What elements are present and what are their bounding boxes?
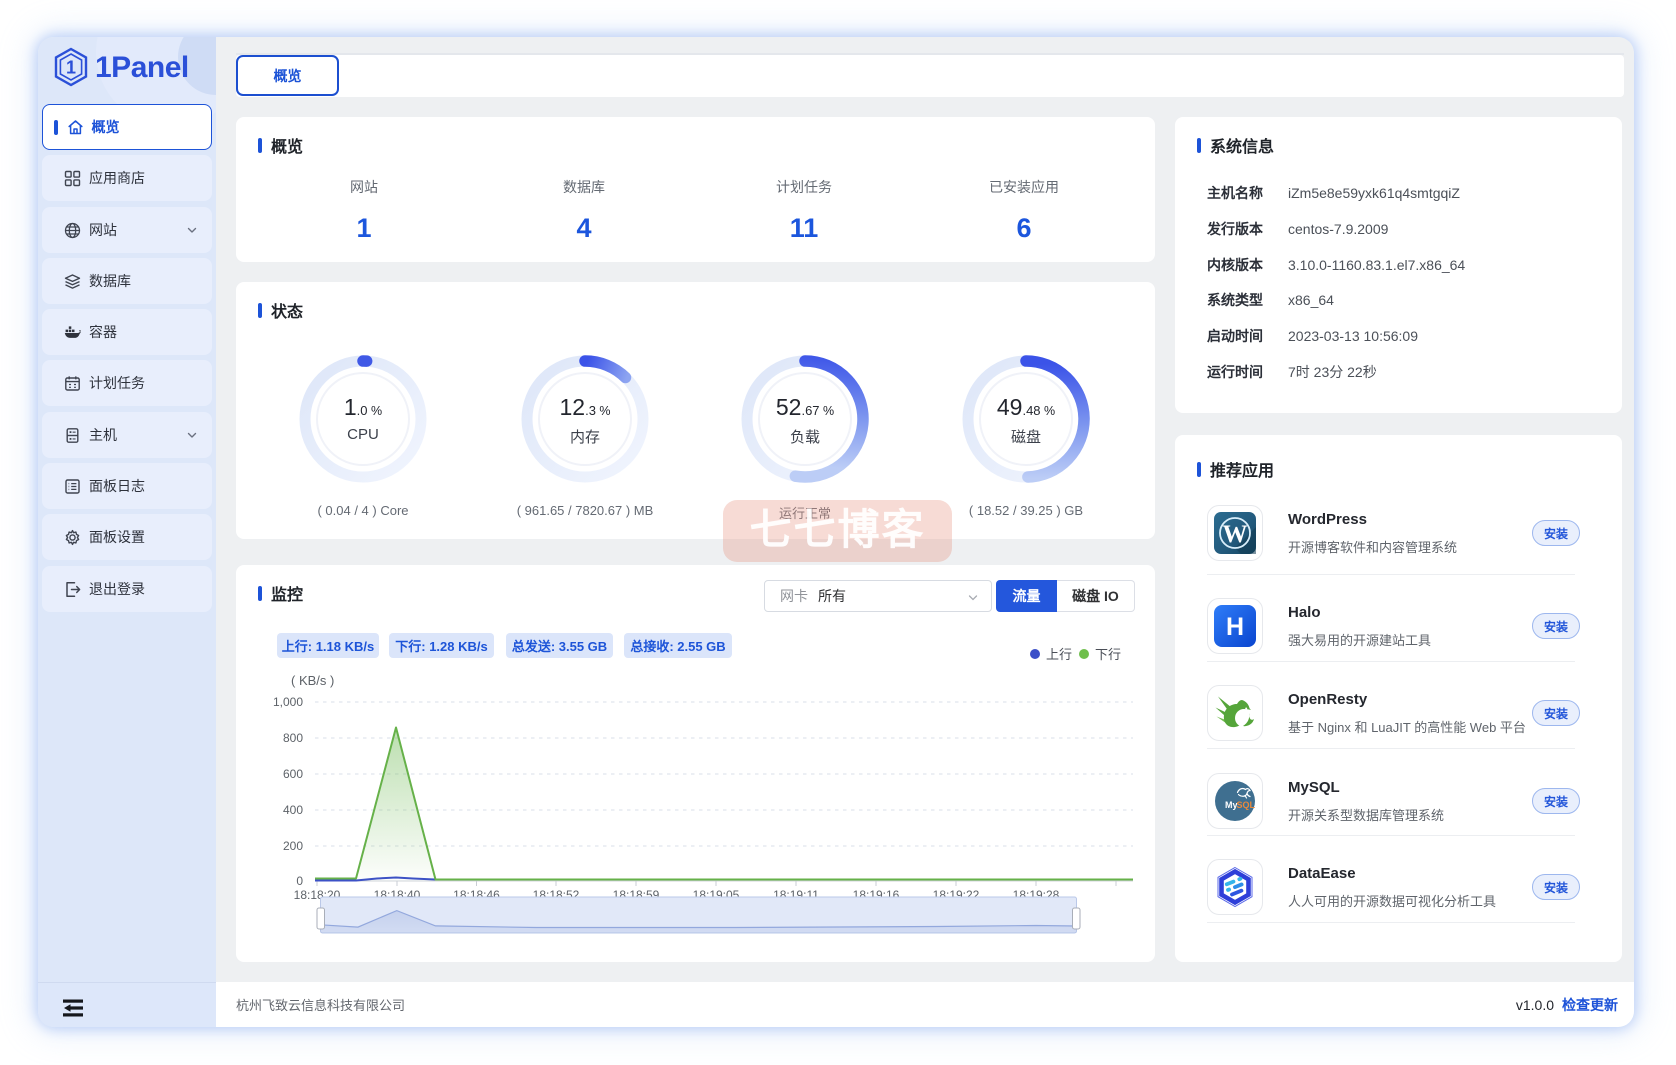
svg-text:200: 200 bbox=[283, 839, 303, 853]
svg-text:1: 1 bbox=[66, 58, 76, 78]
svg-text:800: 800 bbox=[283, 731, 303, 745]
svg-text:600: 600 bbox=[283, 767, 303, 781]
svg-text:H: H bbox=[1226, 613, 1244, 641]
svg-text:400: 400 bbox=[283, 803, 303, 817]
svg-text:W: W bbox=[1223, 521, 1248, 548]
svg-text:1,000: 1,000 bbox=[273, 695, 303, 709]
svg-text:( KB/s ): ( KB/s ) bbox=[291, 673, 334, 688]
svg-text:0: 0 bbox=[296, 874, 303, 888]
svg-text:SQL: SQL bbox=[1237, 800, 1256, 810]
